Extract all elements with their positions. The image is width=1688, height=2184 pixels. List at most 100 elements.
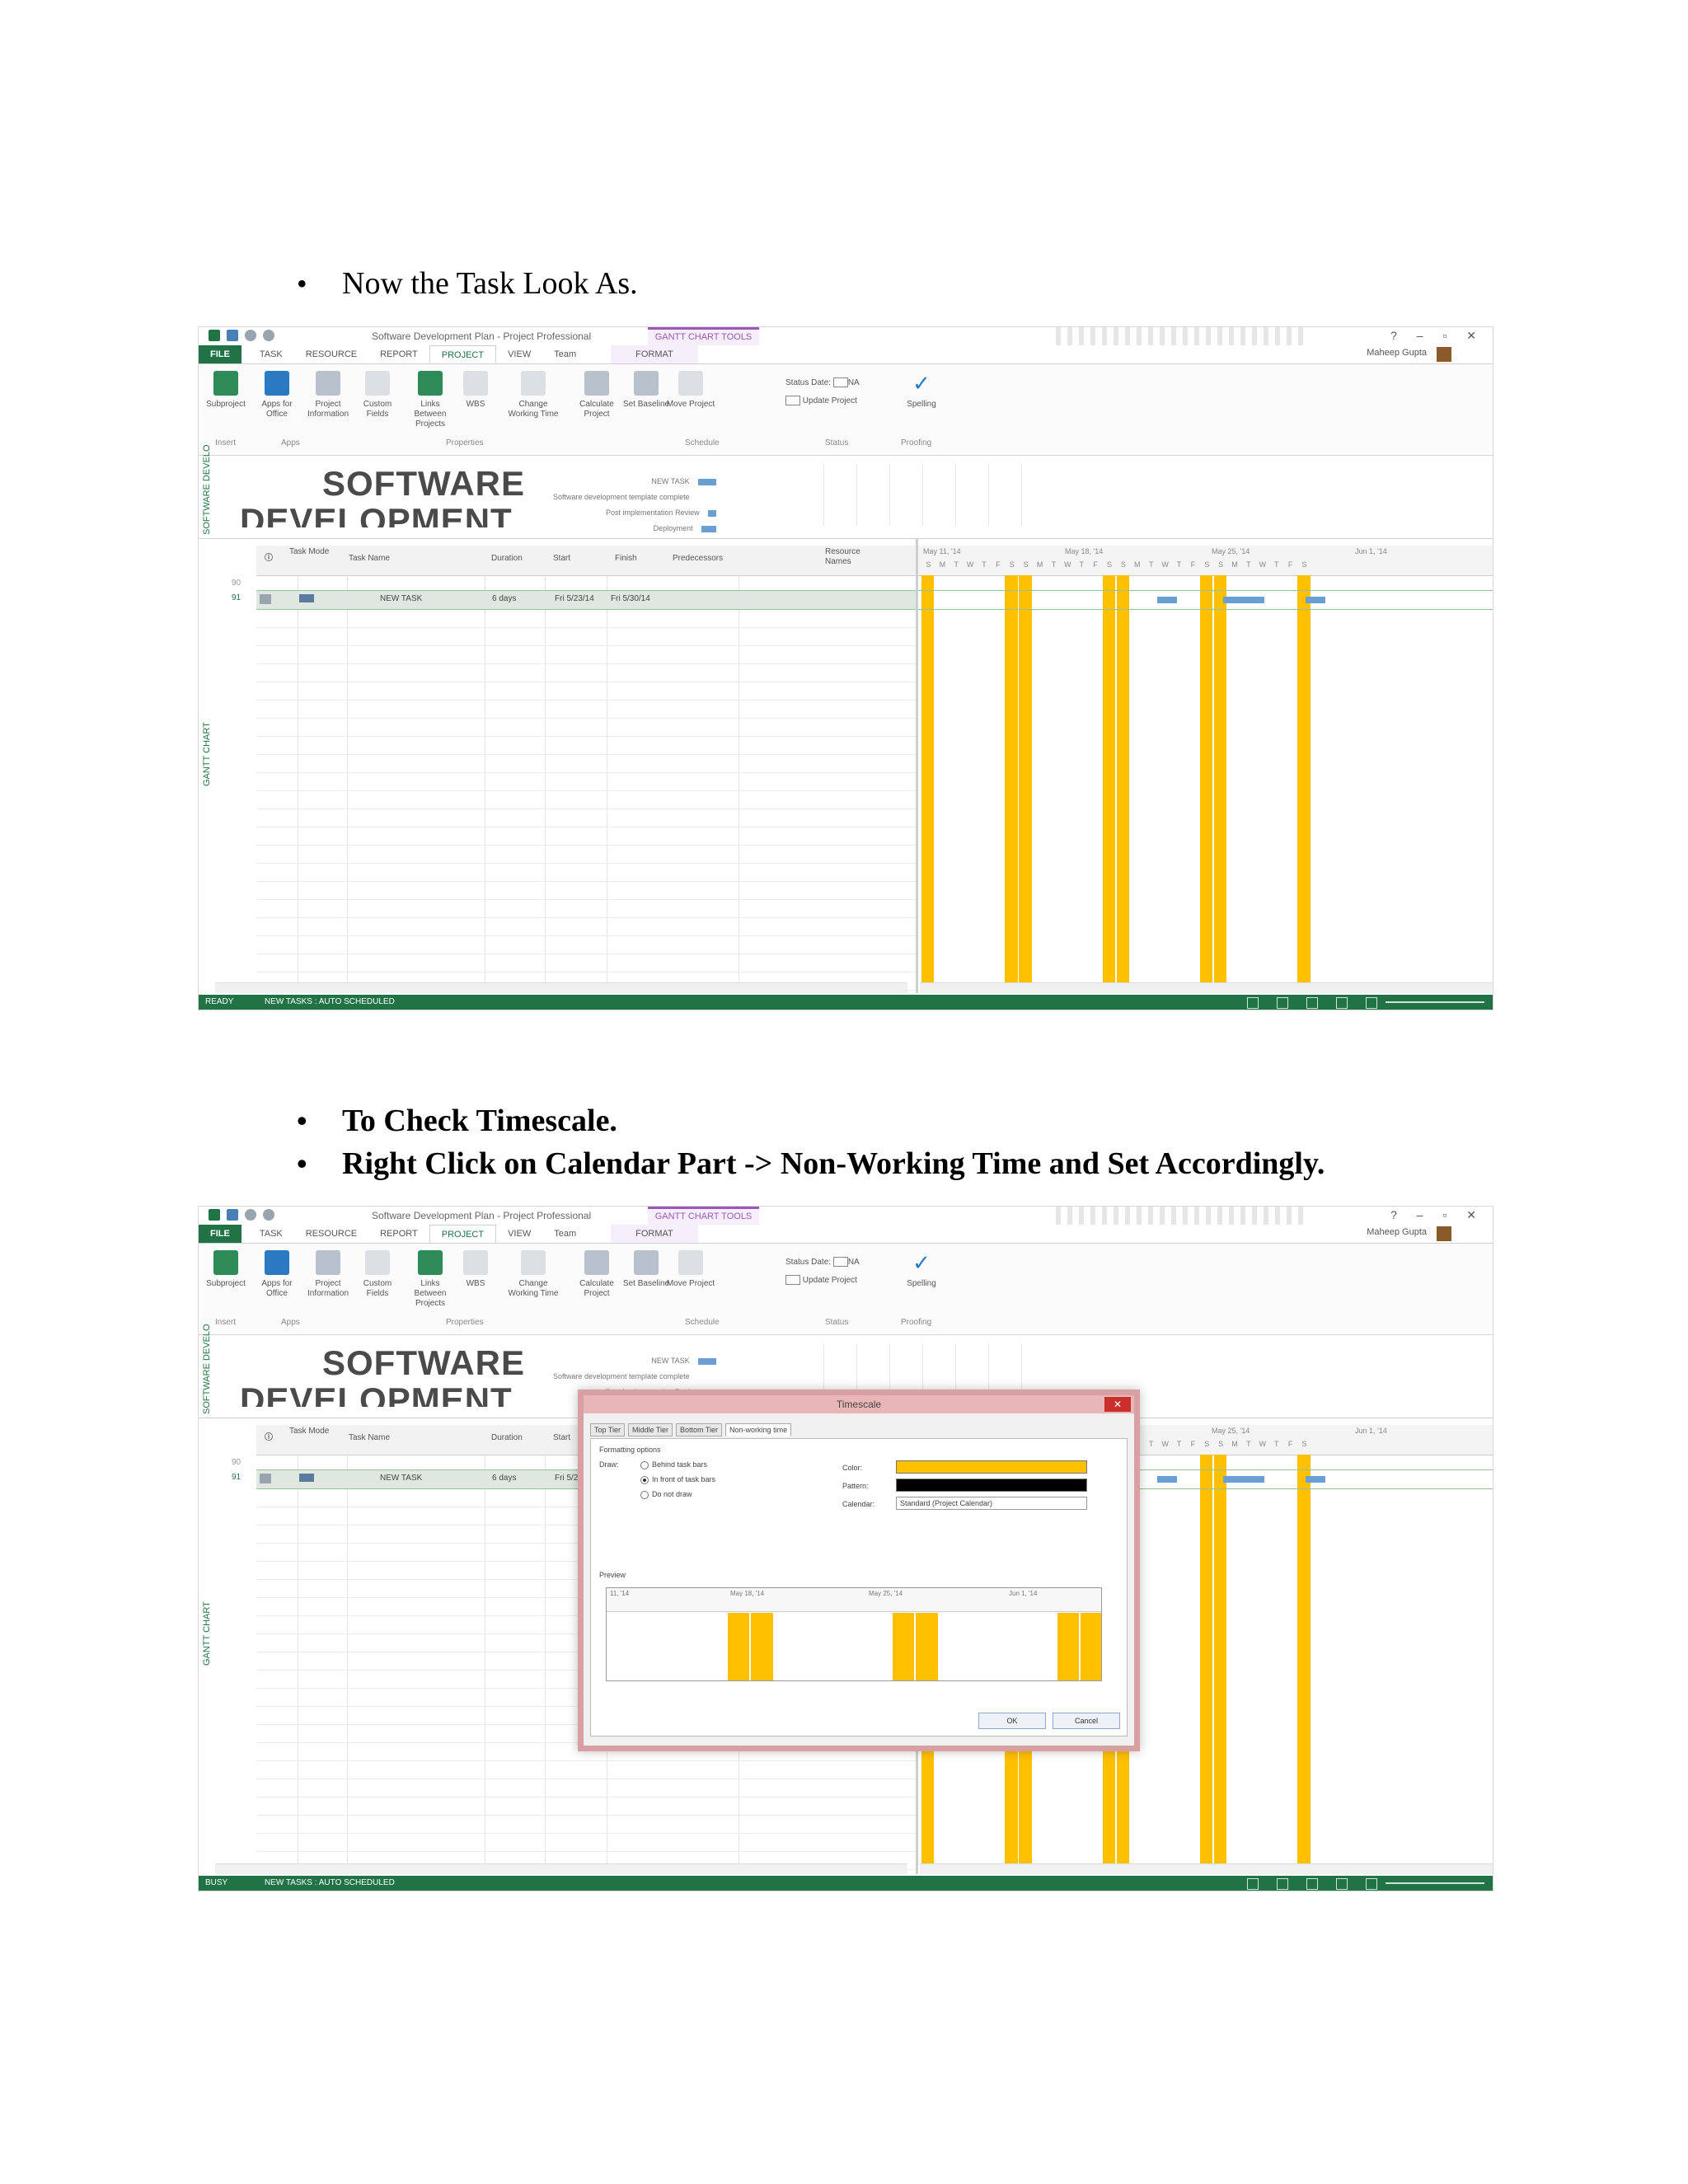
grid-horizontal-scrollbar[interactable]: [215, 982, 907, 993]
set-baseline-button[interactable]: Set Baseline: [621, 371, 672, 410]
move-project-button[interactable]: Move Project: [665, 371, 716, 410]
gantt-chart[interactable]: May 11, '14 May 18, '14 May 25, '14 Jun …: [918, 539, 1493, 993]
tab-report[interactable]: REPORT: [368, 1225, 429, 1243]
info-icon[interactable]: ⓘ: [265, 554, 273, 564]
duration-cell[interactable]: 6 days: [492, 594, 516, 603]
custom-fields-button[interactable]: Custom Fields: [352, 1250, 403, 1299]
column-task-mode[interactable]: Task Mode: [289, 1427, 339, 1436]
pattern-select[interactable]: [896, 1479, 1087, 1492]
change-working-time-button[interactable]: Change Working Time: [508, 1250, 559, 1299]
timeline-item[interactable]: NEW TASK: [553, 474, 716, 490]
nonworking-block[interactable]: [1005, 575, 1018, 993]
move-project-button[interactable]: Move Project: [665, 1250, 716, 1289]
spelling-button[interactable]: ✓ Spelling: [896, 1250, 947, 1289]
column-task-name[interactable]: Task Name: [349, 554, 390, 564]
custom-fields-button[interactable]: Custom Fields: [352, 371, 403, 419]
nonworking-block[interactable]: [1102, 575, 1115, 993]
task-usage-view-icon[interactable]: [1277, 1878, 1288, 1890]
tab-top-tier[interactable]: Top Tier: [590, 1423, 626, 1436]
tab-format[interactable]: FORMAT: [611, 1225, 698, 1243]
zoom-slider[interactable]: [1386, 1001, 1484, 1003]
status-date-button[interactable]: Status Date: NA: [785, 374, 860, 392]
report-view-icon[interactable]: [1366, 1878, 1377, 1890]
tab-file[interactable]: FILE: [199, 345, 241, 363]
row-number[interactable]: 91: [232, 1473, 241, 1482]
tab-middle-tier[interactable]: Middle Tier: [628, 1423, 673, 1436]
nonworking-block[interactable]: [1019, 575, 1032, 993]
undo-icon[interactable]: [245, 330, 256, 341]
zoom-slider[interactable]: [1386, 1882, 1484, 1884]
tab-team[interactable]: Team: [542, 1225, 588, 1243]
nonworking-block[interactable]: [1297, 575, 1311, 993]
chart-horizontal-scrollbar[interactable]: [920, 1863, 1493, 1874]
task-bar[interactable]: [1157, 1476, 1177, 1483]
duration-cell[interactable]: 6 days: [492, 1474, 516, 1483]
column-predecessors[interactable]: Predecessors: [673, 554, 723, 564]
calculate-project-button[interactable]: Calculate Project: [571, 1250, 622, 1299]
resource-sheet-view-icon[interactable]: [1336, 1878, 1348, 1890]
task-grid[interactable]: GANTT CHART ⓘ Task Mode Task Name Durati…: [199, 539, 918, 993]
draw-option-none[interactable]: Do not draw: [640, 1490, 692, 1499]
timeline-item[interactable]: Software development template complete: [553, 490, 716, 505]
subproject-button[interactable]: Subproject: [200, 1250, 251, 1289]
timescale-header[interactable]: May 11, '14 May 18, '14 May 25, '14 Jun …: [918, 546, 1493, 576]
wbs-button[interactable]: WBS: [450, 1250, 501, 1289]
status-date-button[interactable]: Status Date: NA: [785, 1254, 860, 1272]
start-cell[interactable]: Fri 5/23/14: [555, 594, 594, 603]
save-icon[interactable]: [227, 1209, 238, 1221]
gantt-view-icon[interactable]: [1247, 997, 1259, 1009]
window-controls[interactable]: ? – ▫ ✕: [1390, 1208, 1484, 1222]
undo-icon[interactable]: [245, 1209, 256, 1221]
column-task-name[interactable]: Task Name: [349, 1433, 390, 1443]
tab-non-working-time[interactable]: Non-working time: [725, 1423, 792, 1436]
info-icon[interactable]: ⓘ: [265, 1433, 273, 1443]
nonworking-block[interactable]: [1213, 575, 1227, 993]
gantt-view-icon[interactable]: [1247, 1878, 1259, 1890]
nonworking-block[interactable]: [1200, 1455, 1213, 1874]
report-view-icon[interactable]: [1366, 997, 1377, 1009]
task-bar[interactable]: [1306, 597, 1325, 603]
user-name[interactable]: Maheep Gupta: [1367, 348, 1427, 358]
nonworking-block[interactable]: [1200, 575, 1213, 993]
cancel-button[interactable]: Cancel: [1053, 1713, 1120, 1729]
column-resource-names[interactable]: Resource Names: [825, 547, 883, 567]
spelling-button[interactable]: ✓ Spelling: [896, 371, 947, 410]
task-usage-view-icon[interactable]: [1277, 997, 1288, 1009]
tab-resource[interactable]: RESOURCE: [294, 1225, 368, 1243]
timeline-item[interactable]: Deployment: [553, 521, 716, 537]
save-icon[interactable]: [227, 330, 238, 341]
tab-resource[interactable]: RESOURCE: [294, 345, 368, 363]
wbs-button[interactable]: WBS: [450, 371, 501, 410]
apps-for-office-button[interactable]: Apps for Office: [251, 371, 302, 419]
tab-report[interactable]: REPORT: [368, 345, 429, 363]
new-tasks-mode[interactable]: NEW TASKS : AUTO SCHEDULED: [265, 1876, 395, 1891]
column-start[interactable]: Start: [553, 1433, 570, 1443]
column-finish[interactable]: Finish: [615, 554, 637, 564]
ok-button[interactable]: OK: [978, 1713, 1046, 1729]
tab-bottom-tier[interactable]: Bottom Tier: [676, 1423, 723, 1436]
chart-horizontal-scrollbar[interactable]: [920, 982, 1493, 993]
task-bar[interactable]: [1223, 1476, 1264, 1483]
subproject-button[interactable]: Subproject: [200, 371, 251, 410]
timeline-item[interactable]: NEW TASK: [553, 1353, 716, 1369]
close-icon[interactable]: ✕: [1104, 1397, 1131, 1412]
avatar[interactable]: [1437, 347, 1451, 362]
tab-task[interactable]: TASK: [248, 1225, 294, 1243]
nonworking-block[interactable]: [1297, 1455, 1311, 1874]
column-duration[interactable]: Duration: [491, 1433, 523, 1443]
avatar[interactable]: [1437, 1226, 1451, 1241]
tab-project[interactable]: PROJECT: [429, 345, 497, 363]
task-bar[interactable]: [1306, 1476, 1325, 1483]
update-project-button[interactable]: Update Project: [785, 1272, 860, 1290]
draw-option-in-front[interactable]: In front of task bars: [640, 1475, 715, 1484]
window-controls[interactable]: ? – ▫ ✕: [1390, 329, 1484, 343]
draw-option-behind[interactable]: Behind task bars: [640, 1460, 707, 1469]
tab-format[interactable]: FORMAT: [611, 345, 698, 363]
task-bar[interactable]: [1223, 597, 1264, 603]
timeline-item[interactable]: Software development template complete: [553, 1369, 716, 1385]
nonworking-block[interactable]: [1116, 575, 1129, 993]
tab-file[interactable]: FILE: [199, 1225, 241, 1243]
tab-view[interactable]: VIEW: [496, 1225, 542, 1243]
color-select[interactable]: [896, 1460, 1087, 1474]
column-start[interactable]: Start: [553, 554, 570, 564]
